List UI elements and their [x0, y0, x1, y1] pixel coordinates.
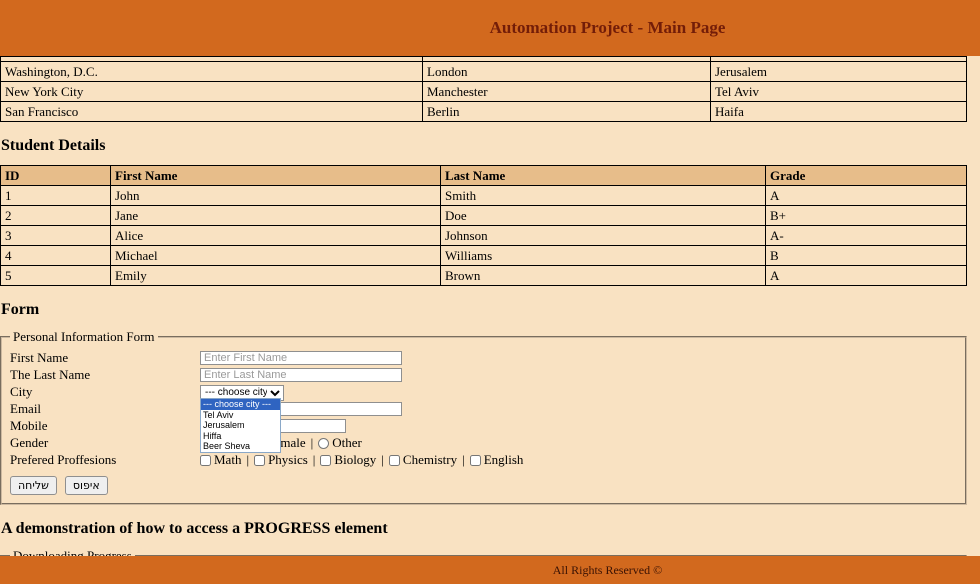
dropdown-option[interactable]: Hiffa [201, 431, 280, 442]
table-row: 1 John Smith A [0, 185, 967, 206]
table-row: 4 Michael Williams B [0, 245, 967, 266]
dropdown-option[interactable]: Tel Aviv [201, 410, 280, 421]
header-bar: Automation Project - Main Page [0, 0, 980, 56]
email-label: Email [10, 401, 42, 416]
dropdown-option[interactable]: --- choose city --- [201, 399, 280, 410]
students-table: ID First Name Last Name Grade 1 John Smi… [0, 165, 967, 286]
cell: Williams [440, 245, 766, 266]
cell: Smith [440, 185, 766, 206]
last-name-row: The Last Name [10, 367, 957, 383]
table-row: 2 Jane Doe B+ [0, 205, 967, 226]
separator: | [310, 435, 314, 450]
last-name-label: The Last Name [10, 367, 91, 382]
cell: New York City [0, 81, 423, 102]
profession-checkbox-chemistry[interactable] [388, 454, 400, 466]
table-row: 5 Emily Brown A [0, 265, 967, 286]
reset-button[interactable]: איפוס [64, 476, 108, 495]
profession-option-label: Math [214, 452, 242, 467]
cell: B [765, 245, 967, 266]
mobile-row: Mobile [10, 418, 957, 434]
table-row: Washington, D.C. London Jerusalem [0, 61, 967, 82]
profession-checkbox-english[interactable] [469, 454, 481, 466]
profession-option-label: Physics [268, 452, 308, 467]
cell: Tel Aviv [710, 81, 967, 102]
cell: San Francisco [0, 101, 423, 122]
dropdown-option[interactable]: Beer Sheva [201, 441, 280, 452]
cell: 3 [0, 225, 111, 246]
cell: Alice [110, 225, 441, 246]
progress-demo-heading: A demonstration of how to access a PROGR… [1, 520, 388, 537]
form-buttons-row: שליחה איפוס [10, 476, 957, 495]
first-name-field[interactable] [200, 351, 402, 365]
student-details-heading: Student Details [1, 137, 106, 154]
table-row: San Francisco Berlin Haifa [0, 101, 967, 122]
column-header: Last Name [440, 165, 766, 186]
email-row: Email [10, 401, 957, 417]
cell: Doe [440, 205, 766, 226]
separator: | [246, 452, 250, 467]
dropdown-option[interactable]: Jerusalem [201, 420, 280, 431]
separator: | [381, 452, 384, 467]
cell: London [422, 61, 711, 82]
cell: Jerusalem [710, 61, 967, 82]
footer-bar: All Rights Reserved © [0, 556, 980, 584]
cell: 1 [0, 185, 111, 206]
personal-info-legend: Personal Information Form [13, 329, 155, 344]
cell: 2 [0, 205, 111, 226]
city-dropdown-list: --- choose city --- Tel Aviv Jerusalem H… [200, 398, 281, 453]
mobile-label: Mobile [10, 418, 48, 433]
cell: Brown [440, 265, 766, 286]
profession-checkbox-physics[interactable] [254, 454, 266, 466]
cell: Haifa [710, 101, 967, 122]
cell: Emily [110, 265, 441, 286]
city-label: City [10, 384, 33, 399]
separator: | [312, 452, 316, 467]
first-name-label: First Name [10, 350, 69, 365]
form-heading: Form [1, 301, 40, 318]
profession-option-label: English [483, 452, 524, 467]
cell: Berlin [422, 101, 711, 122]
last-name-field[interactable] [200, 368, 402, 382]
cell: A [765, 185, 967, 206]
page: Automation Project - Main Page Washingto… [0, 0, 980, 584]
cell: B+ [765, 205, 967, 226]
profession-option-label: Biology [334, 452, 377, 467]
cell: Washington, D.C. [0, 61, 423, 82]
professions-row: Prefered Proffesions Math | Physics | Bi… [10, 452, 957, 468]
cell: Manchester [422, 81, 711, 102]
cities-table: Washington, D.C. London Jerusalem New Yo… [0, 56, 967, 122]
cell: Johnson [440, 225, 766, 246]
first-name-row: First Name [10, 350, 957, 366]
separator: | [462, 452, 465, 467]
cell: 4 [0, 245, 111, 266]
gender-radio-other[interactable] [318, 437, 330, 449]
profession-checkbox-math[interactable] [200, 454, 211, 466]
column-header: ID [0, 165, 111, 186]
cell: Jane [110, 205, 441, 226]
gender-label: Gender [10, 435, 49, 450]
column-header: Grade [765, 165, 967, 186]
cell: A- [765, 225, 967, 246]
professions-label: Prefered Proffesions [10, 452, 117, 467]
footer-text: All Rights Reserved © [552, 563, 663, 577]
cell: A [765, 265, 967, 286]
profession-checkbox-biology[interactable] [320, 454, 332, 466]
personal-info-fieldset: Personal Information Form First Name The… [0, 329, 967, 505]
table-row: New York City Manchester Tel Aviv [0, 81, 967, 102]
cell: Michael [110, 245, 441, 266]
cell: John [110, 185, 441, 206]
city-row: City --- choose city --- --- choose city… [10, 384, 957, 453]
cell: 5 [0, 265, 111, 286]
table-header-row: ID First Name Last Name Grade [0, 165, 967, 186]
gender-option-label: Other [332, 435, 362, 450]
page-title: Automation Project - Main Page [489, 18, 726, 37]
profession-option-label: Chemistry [402, 452, 458, 467]
gender-row: Gender Male | Female | Other [10, 435, 957, 451]
table-row: 3 Alice Johnson A- [0, 225, 967, 246]
submit-button[interactable]: שליחה [10, 476, 57, 495]
column-header: First Name [110, 165, 441, 186]
